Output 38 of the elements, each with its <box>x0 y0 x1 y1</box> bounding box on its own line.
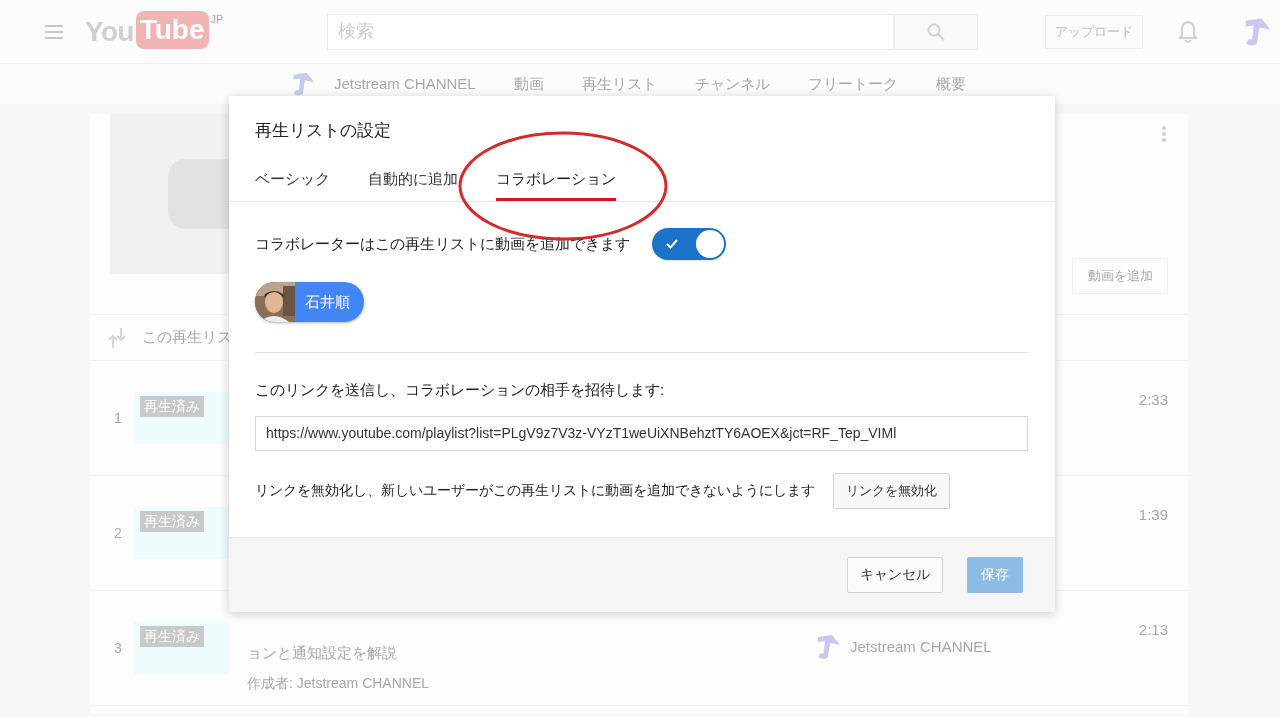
dialog-tab[interactable]: 自動的に追加 <box>368 167 458 201</box>
collaborate-toggle[interactable] <box>652 228 726 260</box>
video-index: 1 <box>114 408 123 428</box>
sort-icon[interactable] <box>108 327 126 348</box>
check-icon <box>666 239 678 249</box>
channel-tab[interactable]: 再生リスト <box>581 72 657 96</box>
channel-tab[interactable]: 動画 <box>513 72 544 96</box>
more-icon[interactable] <box>1162 126 1166 142</box>
video-index: 3 <box>114 638 123 658</box>
search-icon <box>927 22 946 41</box>
bell-icon[interactable] <box>1177 18 1200 45</box>
dialog-title: 再生リストの設定 <box>255 120 392 142</box>
video-duration: 2:13 <box>1138 620 1168 640</box>
invite-link-field[interactable]: https://www.youtube.com/playlist?list=PLgV9z7V3z-VYzT1weUiXNBehztTY6AOEX&jct=RF_Tep_VIMl <box>255 415 1028 451</box>
collaborator-name: 石井順 <box>305 291 350 312</box>
disable-link-button[interactable]: リンクを無効化 <box>833 472 950 509</box>
cancel-button[interactable]: キャンセル <box>847 556 943 593</box>
dialog-tab[interactable]: コラボレーション <box>496 167 616 201</box>
video-duration: 2:33 <box>1138 390 1168 410</box>
channel-tab[interactable]: チャンネル <box>694 72 770 96</box>
menu-icon[interactable] <box>45 24 63 39</box>
add-video-button[interactable]: 動画を追加 <box>1072 258 1168 294</box>
video-duration: 1:39 <box>1138 505 1168 525</box>
video-index: 2 <box>114 523 123 543</box>
disable-link-text: リンクを無効化し、新しいユーザーがこの再生リストに動画を追加できないようにします <box>255 481 815 500</box>
channel-tab[interactable]: 概要 <box>935 72 966 96</box>
logo-badge[interactable]: Tube <box>135 10 209 49</box>
channel-name[interactable]: Jetstream CHANNEL <box>334 72 476 96</box>
region-label: JP <box>210 11 224 27</box>
video-title[interactable]: ョンと通知設定を解説 <box>247 642 430 665</box>
channel-name[interactable]: Jetstream CHANNEL <box>850 635 992 659</box>
collaborator-chip[interactable]: 石井順 <box>255 282 364 322</box>
channel-tab[interactable]: フリートーク <box>807 72 898 96</box>
invite-label: このリンクを送信し、コラボレーションの相手を招待します: <box>255 380 666 400</box>
search-button[interactable] <box>894 13 979 50</box>
dialog-tab[interactable]: ベーシック <box>255 167 330 201</box>
video-creator: 作成者: Jetstream CHANNEL <box>247 673 430 693</box>
sort-label: この再生リス <box>142 327 232 348</box>
